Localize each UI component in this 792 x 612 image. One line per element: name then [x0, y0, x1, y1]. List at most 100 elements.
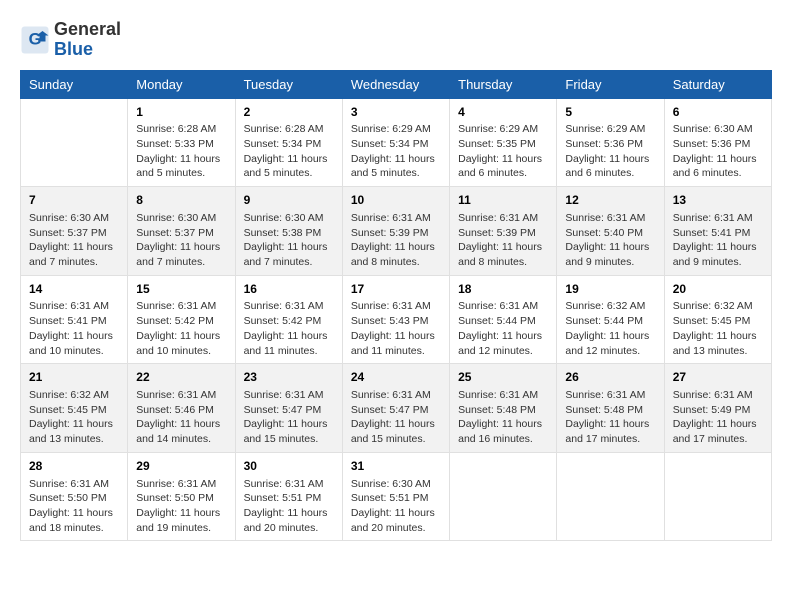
weekday-header-sunday: Sunday	[21, 70, 128, 98]
day-number: 22	[136, 369, 226, 386]
day-sunset: Sunset: 5:51 PM	[351, 491, 441, 506]
day-number: 9	[244, 192, 334, 209]
calendar-cell: 13 Sunrise: 6:31 AM Sunset: 5:41 PM Dayl…	[664, 187, 771, 276]
weekday-header-friday: Friday	[557, 70, 664, 98]
day-number: 13	[673, 192, 763, 209]
calendar-cell: 27 Sunrise: 6:31 AM Sunset: 5:49 PM Dayl…	[664, 364, 771, 453]
calendar-cell	[21, 98, 128, 187]
day-sunset: Sunset: 5:39 PM	[351, 226, 441, 241]
calendar-cell: 7 Sunrise: 6:30 AM Sunset: 5:37 PM Dayli…	[21, 187, 128, 276]
day-sunset: Sunset: 5:47 PM	[351, 403, 441, 418]
day-daylight: Daylight: 11 hours and 10 minutes.	[29, 329, 119, 358]
day-daylight: Daylight: 11 hours and 6 minutes.	[565, 152, 655, 181]
logo-text: General Blue	[54, 20, 121, 60]
weekday-header-monday: Monday	[128, 70, 235, 98]
day-number: 14	[29, 281, 119, 298]
calendar-cell: 28 Sunrise: 6:31 AM Sunset: 5:50 PM Dayl…	[21, 452, 128, 541]
day-sunset: Sunset: 5:50 PM	[136, 491, 226, 506]
calendar-cell: 26 Sunrise: 6:31 AM Sunset: 5:48 PM Dayl…	[557, 364, 664, 453]
day-number: 26	[565, 369, 655, 386]
calendar-cell: 21 Sunrise: 6:32 AM Sunset: 5:45 PM Dayl…	[21, 364, 128, 453]
calendar-cell: 16 Sunrise: 6:31 AM Sunset: 5:42 PM Dayl…	[235, 275, 342, 364]
day-number: 4	[458, 104, 548, 121]
day-daylight: Daylight: 11 hours and 18 minutes.	[29, 506, 119, 535]
calendar-cell: 31 Sunrise: 6:30 AM Sunset: 5:51 PM Dayl…	[342, 452, 449, 541]
logo: G General Blue	[20, 20, 121, 60]
svg-text:G: G	[29, 30, 42, 48]
day-sunrise: Sunrise: 6:32 AM	[565, 299, 655, 314]
day-number: 29	[136, 458, 226, 475]
day-daylight: Daylight: 11 hours and 5 minutes.	[136, 152, 226, 181]
day-sunset: Sunset: 5:36 PM	[673, 137, 763, 152]
day-sunset: Sunset: 5:35 PM	[458, 137, 548, 152]
day-daylight: Daylight: 11 hours and 11 minutes.	[244, 329, 334, 358]
calendar-cell: 24 Sunrise: 6:31 AM Sunset: 5:47 PM Dayl…	[342, 364, 449, 453]
day-daylight: Daylight: 11 hours and 14 minutes.	[136, 417, 226, 446]
calendar-cell: 11 Sunrise: 6:31 AM Sunset: 5:39 PM Dayl…	[450, 187, 557, 276]
day-number: 12	[565, 192, 655, 209]
day-sunrise: Sunrise: 6:31 AM	[458, 299, 548, 314]
day-number: 2	[244, 104, 334, 121]
day-sunrise: Sunrise: 6:30 AM	[136, 211, 226, 226]
day-number: 15	[136, 281, 226, 298]
day-sunset: Sunset: 5:45 PM	[29, 403, 119, 418]
day-sunrise: Sunrise: 6:30 AM	[244, 211, 334, 226]
day-daylight: Daylight: 11 hours and 19 minutes.	[136, 506, 226, 535]
day-daylight: Daylight: 11 hours and 9 minutes.	[565, 240, 655, 269]
day-sunset: Sunset: 5:49 PM	[673, 403, 763, 418]
day-daylight: Daylight: 11 hours and 12 minutes.	[565, 329, 655, 358]
day-daylight: Daylight: 11 hours and 15 minutes.	[244, 417, 334, 446]
weekday-header-thursday: Thursday	[450, 70, 557, 98]
day-sunrise: Sunrise: 6:30 AM	[29, 211, 119, 226]
day-daylight: Daylight: 11 hours and 7 minutes.	[244, 240, 334, 269]
day-sunset: Sunset: 5:48 PM	[458, 403, 548, 418]
day-daylight: Daylight: 11 hours and 9 minutes.	[673, 240, 763, 269]
day-sunset: Sunset: 5:50 PM	[29, 491, 119, 506]
day-sunset: Sunset: 5:47 PM	[244, 403, 334, 418]
day-sunrise: Sunrise: 6:31 AM	[244, 299, 334, 314]
day-number: 7	[29, 192, 119, 209]
calendar-cell	[664, 452, 771, 541]
day-daylight: Daylight: 11 hours and 5 minutes.	[351, 152, 441, 181]
day-sunset: Sunset: 5:51 PM	[244, 491, 334, 506]
calendar-cell: 25 Sunrise: 6:31 AM Sunset: 5:48 PM Dayl…	[450, 364, 557, 453]
day-sunrise: Sunrise: 6:31 AM	[565, 211, 655, 226]
day-number: 8	[136, 192, 226, 209]
day-sunset: Sunset: 5:41 PM	[29, 314, 119, 329]
day-daylight: Daylight: 11 hours and 11 minutes.	[351, 329, 441, 358]
day-number: 19	[565, 281, 655, 298]
day-sunset: Sunset: 5:34 PM	[244, 137, 334, 152]
day-number: 11	[458, 192, 548, 209]
weekday-header-saturday: Saturday	[664, 70, 771, 98]
day-daylight: Daylight: 11 hours and 8 minutes.	[351, 240, 441, 269]
day-sunset: Sunset: 5:48 PM	[565, 403, 655, 418]
day-number: 3	[351, 104, 441, 121]
day-sunset: Sunset: 5:37 PM	[29, 226, 119, 241]
day-daylight: Daylight: 11 hours and 17 minutes.	[673, 417, 763, 446]
calendar-cell	[557, 452, 664, 541]
calendar-cell: 9 Sunrise: 6:30 AM Sunset: 5:38 PM Dayli…	[235, 187, 342, 276]
day-sunset: Sunset: 5:34 PM	[351, 137, 441, 152]
weekday-header-tuesday: Tuesday	[235, 70, 342, 98]
day-daylight: Daylight: 11 hours and 13 minutes.	[29, 417, 119, 446]
day-sunset: Sunset: 5:40 PM	[565, 226, 655, 241]
calendar-cell: 18 Sunrise: 6:31 AM Sunset: 5:44 PM Dayl…	[450, 275, 557, 364]
calendar-cell: 29 Sunrise: 6:31 AM Sunset: 5:50 PM Dayl…	[128, 452, 235, 541]
day-sunrise: Sunrise: 6:31 AM	[351, 211, 441, 226]
calendar-cell: 20 Sunrise: 6:32 AM Sunset: 5:45 PM Dayl…	[664, 275, 771, 364]
day-sunrise: Sunrise: 6:29 AM	[458, 122, 548, 137]
day-number: 17	[351, 281, 441, 298]
day-sunrise: Sunrise: 6:31 AM	[29, 477, 119, 492]
calendar-week-row: 1 Sunrise: 6:28 AM Sunset: 5:33 PM Dayli…	[21, 98, 772, 187]
day-sunset: Sunset: 5:33 PM	[136, 137, 226, 152]
day-sunrise: Sunrise: 6:30 AM	[351, 477, 441, 492]
day-number: 18	[458, 281, 548, 298]
calendar-cell: 22 Sunrise: 6:31 AM Sunset: 5:46 PM Dayl…	[128, 364, 235, 453]
calendar-cell: 12 Sunrise: 6:31 AM Sunset: 5:40 PM Dayl…	[557, 187, 664, 276]
day-sunset: Sunset: 5:41 PM	[673, 226, 763, 241]
day-sunset: Sunset: 5:42 PM	[244, 314, 334, 329]
day-number: 21	[29, 369, 119, 386]
day-sunset: Sunset: 5:36 PM	[565, 137, 655, 152]
day-number: 27	[673, 369, 763, 386]
calendar-cell: 10 Sunrise: 6:31 AM Sunset: 5:39 PM Dayl…	[342, 187, 449, 276]
